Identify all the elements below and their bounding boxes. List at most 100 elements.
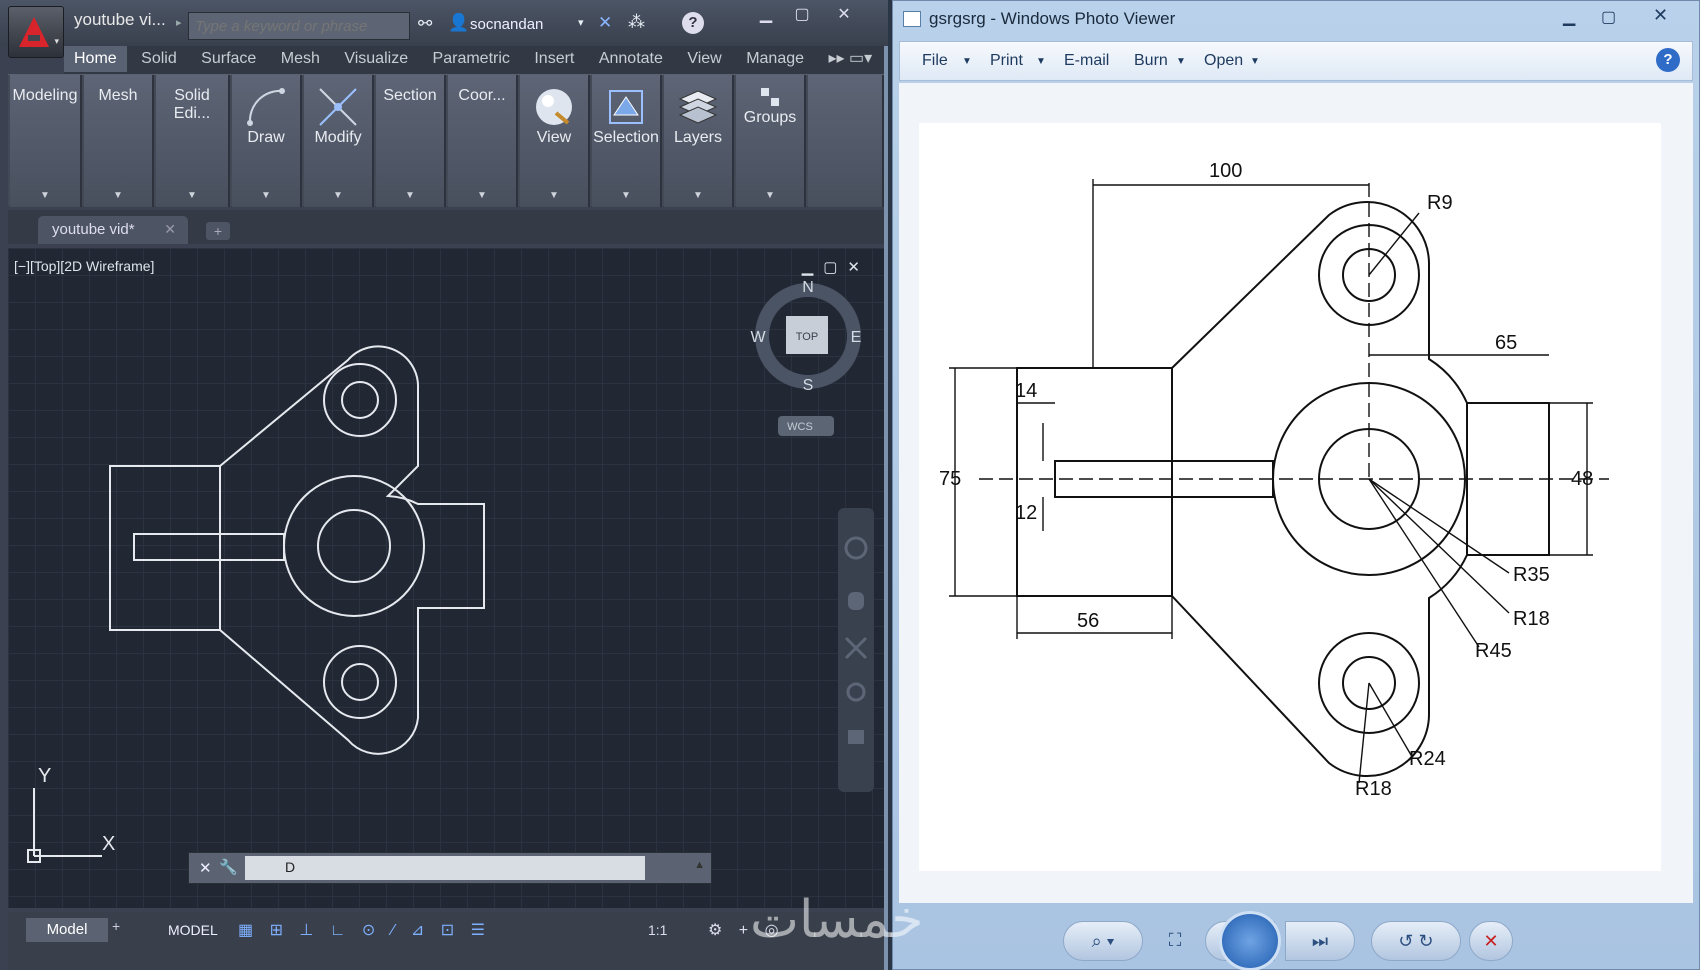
dim-56: 56: [1077, 610, 1099, 632]
new-tab-button[interactable]: +: [206, 222, 230, 240]
autocad-window: youtube vi... ▸ ⚯ 👤 socnandan ▾ ✕ ⁂ ? ▁ …: [0, 0, 888, 970]
print-dropdown-icon[interactable]: ▼: [1036, 56, 1046, 67]
rotate-buttons[interactable]: ↺ ↻: [1371, 921, 1461, 961]
viewcube[interactable]: TOP N S E W WCS: [748, 278, 868, 458]
tab-home[interactable]: Home: [64, 46, 127, 72]
burn-dropdown-icon[interactable]: ▼: [1176, 56, 1186, 67]
user-icon[interactable]: 👤: [448, 13, 469, 33]
drawing-viewport[interactable]: [−][Top][2D Wireframe] ▁▢✕ TOP N S E W W…: [8, 248, 884, 908]
pv-maximize-button[interactable]: ▢: [1601, 7, 1616, 27]
photo-image[interactable]: 100 R9 65 14 75 48 12 R35 56 R18 R45 R24…: [919, 123, 1661, 871]
photo-viewer-title: gsrgsrg - Windows Photo Viewer: [929, 9, 1176, 28]
customize-wrench-icon[interactable]: 🔧: [219, 858, 238, 876]
watermark: خمسات: [750, 890, 924, 950]
tab-view[interactable]: View: [677, 46, 731, 72]
file-tab-youtube-vid[interactable]: youtube vid* ✕: [38, 216, 188, 244]
qat-expand-icon[interactable]: ▸: [176, 16, 182, 29]
panel-modeling-label: Modeling: [12, 87, 78, 104]
panel-groups[interactable]: Groups ▼: [736, 75, 806, 207]
panel-draw[interactable]: Draw ▼: [232, 75, 302, 207]
tab-surface[interactable]: Surface: [191, 46, 266, 72]
maximize-button[interactable]: ▢: [788, 4, 816, 26]
panel-selection[interactable]: Selection ▼: [592, 75, 662, 207]
add-layout-icon[interactable]: +: [112, 918, 120, 934]
tab-solid[interactable]: Solid: [131, 46, 187, 72]
panel-modify[interactable]: Modify ▼: [304, 75, 374, 207]
binoculars-icon[interactable]: ⚯: [418, 14, 432, 34]
compass-north[interactable]: N: [802, 279, 814, 296]
tab-manage[interactable]: Manage: [736, 46, 814, 72]
delete-icon[interactable]: ✕: [1469, 921, 1513, 961]
compass-south[interactable]: S: [803, 377, 814, 394]
tab-overflow-icon[interactable]: ▸▸ ▭▾: [818, 46, 882, 72]
menu-print[interactable]: Print: [990, 52, 1023, 70]
search-input[interactable]: [188, 12, 410, 40]
viewcube-top-label[interactable]: TOP: [796, 331, 818, 343]
command-input[interactable]: D: [245, 856, 645, 880]
menu-file[interactable]: File: [922, 52, 948, 70]
minimize-button[interactable]: ▁: [752, 4, 780, 26]
drafting-toggles-icon[interactable]: ▦ ⊞ ⊥ ∟ ⊙ ∕ ⊿ ⊡ ☰: [238, 920, 491, 940]
model-layout-tab[interactable]: Model: [26, 918, 108, 942]
steering-wheel-icon: [844, 536, 868, 560]
panel-coordinates[interactable]: Coor... ▼: [448, 75, 518, 207]
panel-draw-label: Draw: [247, 129, 285, 146]
panel-layers[interactable]: Layers ▼: [664, 75, 734, 207]
file-dropdown-icon[interactable]: ▼: [962, 56, 972, 67]
close-button[interactable]: ✕: [830, 4, 858, 26]
panel-coordinates-label: Coor...: [458, 87, 506, 104]
dim-48: 48: [1571, 468, 1593, 490]
dim-12: 12: [1015, 502, 1037, 524]
wcs-menu[interactable]: WCS: [787, 421, 813, 433]
selection-icon: [609, 90, 643, 124]
pv-minimize-button[interactable]: ▁: [1563, 7, 1575, 27]
exchange-icon[interactable]: ✕: [598, 13, 612, 33]
menu-burn[interactable]: Burn: [1134, 52, 1168, 70]
open-dropdown-icon[interactable]: ▼: [1250, 56, 1260, 67]
pv-close-button[interactable]: ✕: [1653, 5, 1668, 26]
compass-west[interactable]: W: [750, 329, 766, 346]
close-command-line-icon[interactable]: ✕: [199, 859, 212, 877]
tab-mesh[interactable]: Mesh: [271, 46, 330, 72]
zoom-button[interactable]: ⌕ ▾: [1063, 921, 1143, 961]
panel-section[interactable]: Section ▼: [376, 75, 446, 207]
compass-east[interactable]: E: [851, 329, 862, 346]
top-boss-inner: [341, 381, 379, 419]
command-line[interactable]: ✕ 🔧 D ▲: [188, 852, 712, 884]
help-icon[interactable]: ?: [1656, 48, 1680, 72]
tab-insert[interactable]: Insert: [524, 46, 584, 72]
tab-annotate[interactable]: Annotate: [589, 46, 673, 72]
application-menu-button[interactable]: ▾: [8, 6, 64, 58]
command-history-icon[interactable]: ▲: [694, 859, 705, 871]
panel-modeling[interactable]: Modeling ▼: [10, 75, 82, 207]
help-icon[interactable]: ?: [682, 12, 704, 34]
menu-open[interactable]: Open: [1204, 52, 1243, 70]
photo-canvas: 100 R9 65 14 75 48 12 R35 56 R18 R45 R24…: [899, 83, 1693, 903]
panel-solid-editing[interactable]: Solid Edi... ▼: [156, 75, 230, 207]
sign-in-user[interactable]: socnandan: [470, 16, 543, 33]
photo-viewer-window: gsrgsrg - Windows Photo Viewer ▁ ▢ ✕ Fil…: [892, 0, 1700, 970]
user-dropdown-icon[interactable]: ▾: [578, 16, 584, 29]
close-tab-icon[interactable]: ✕: [164, 221, 176, 238]
navigation-bar[interactable]: [838, 508, 874, 792]
orbit-icon: [846, 682, 866, 702]
left-block-outline: [109, 465, 221, 631]
model-space-toggle[interactable]: MODEL: [168, 922, 218, 938]
chevron-down-icon: ▼: [40, 190, 50, 201]
next-button[interactable]: ⏭: [1285, 921, 1355, 961]
actual-size-icon[interactable]: ⛶: [1149, 921, 1201, 961]
showmotion-icon: [848, 730, 864, 744]
network-icon[interactable]: ⁂: [628, 12, 645, 32]
panel-overflow[interactable]: [808, 75, 884, 207]
menu-email[interactable]: E-mail: [1064, 52, 1109, 70]
chevron-down-icon: ▼: [113, 190, 123, 201]
tab-visualize[interactable]: Visualize: [334, 46, 418, 72]
dim-14: 14: [1015, 380, 1037, 402]
panel-mesh[interactable]: Mesh ▼: [84, 75, 154, 207]
slideshow-button[interactable]: [1219, 911, 1281, 970]
tab-parametric[interactable]: Parametric: [423, 46, 520, 72]
dim-r18-boss: R18: [1355, 778, 1392, 800]
panel-view[interactable]: View ▼: [520, 75, 590, 207]
annotation-scale[interactable]: 1:1: [648, 922, 667, 938]
drawing-lower-flank: [1171, 554, 1468, 777]
